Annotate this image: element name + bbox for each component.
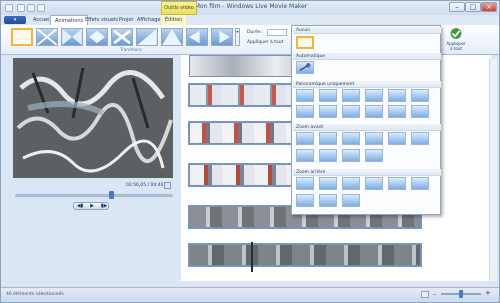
- apply-all-label: Appliquer à tout: [446, 41, 466, 51]
- zoom-out-option-8[interactable]: [319, 194, 337, 207]
- transition-arrow-right[interactable]: [211, 28, 233, 46]
- zoom-in-option-5[interactable]: [388, 132, 406, 145]
- graffiti-preview-image: [13, 58, 173, 178]
- maximize-button[interactable]: □: [465, 2, 481, 12]
- storyboard-scrollbar[interactable]: [489, 59, 497, 281]
- clip-strip-6[interactable]: [188, 243, 422, 267]
- zoom-in-option-6[interactable]: [411, 132, 429, 145]
- zoom-in-option-7[interactable]: [296, 149, 314, 162]
- storyboard-view-icon[interactable]: [421, 291, 429, 298]
- play-icon[interactable]: ▶: [86, 203, 98, 210]
- zoom-in-option-9[interactable]: [342, 149, 360, 162]
- transition-diagonal[interactable]: [36, 28, 58, 46]
- zoom-out-option-4[interactable]: [365, 177, 383, 190]
- transition-split[interactable]: [161, 28, 183, 46]
- duration-dropdown[interactable]: [267, 29, 287, 36]
- section-zoom-arriere: Zoom arrière: [293, 169, 441, 176]
- pan-option-6[interactable]: [411, 89, 429, 102]
- duration-label: Durée :: [247, 30, 264, 35]
- pan-option-3[interactable]: [342, 89, 360, 102]
- transition-arrow-left[interactable]: [186, 28, 208, 46]
- zoom-out-option-3[interactable]: [342, 177, 360, 190]
- zoom-in-icon[interactable]: +: [485, 290, 491, 297]
- file-menu-button[interactable]: ▾: [4, 16, 26, 24]
- zoom-out-option-5[interactable]: [388, 177, 406, 190]
- close-button[interactable]: ×: [481, 2, 497, 12]
- zoom-in-option-10[interactable]: [365, 149, 383, 162]
- zoom-in-option-8[interactable]: [319, 149, 337, 162]
- transitions-group-label: Transitions: [120, 47, 142, 52]
- zoom-out-option-1[interactable]: [296, 177, 314, 190]
- transition-x[interactable]: [111, 28, 133, 46]
- pan-option-10[interactable]: [365, 105, 383, 118]
- zoom-out-option-7[interactable]: [296, 194, 314, 207]
- previous-frame-icon[interactable]: ◀▮: [74, 203, 86, 210]
- pan-option-1[interactable]: [296, 89, 314, 102]
- panzoom-automatic-option[interactable]: [296, 61, 314, 74]
- undo-icon[interactable]: [27, 4, 35, 12]
- pan-option-11[interactable]: [388, 105, 406, 118]
- zoom-in-option-4[interactable]: [365, 132, 383, 145]
- pan-option-12[interactable]: [411, 105, 429, 118]
- playback-cursor[interactable]: [251, 242, 253, 272]
- gallery-scroll[interactable]: ▾: [235, 28, 240, 46]
- app-menu-icon[interactable]: [5, 4, 13, 12]
- playback-controls: ◀▮ ▶ ▮▶: [73, 202, 109, 210]
- zoom-slider-handle[interactable]: [459, 290, 463, 298]
- contextual-tab-header: Outils vidéo: [161, 1, 197, 15]
- apply-all-transitions-link[interactable]: Appliquer à tout: [247, 40, 283, 45]
- seek-bar[interactable]: [15, 194, 173, 197]
- minimize-button[interactable]: –: [449, 2, 465, 12]
- section-panoramique: Panoramique uniquement: [293, 81, 441, 88]
- tab-edition[interactable]: Édition: [161, 15, 187, 25]
- zoom-in-option-1[interactable]: [296, 132, 314, 145]
- pan-option-2[interactable]: [319, 89, 337, 102]
- zoom-out-icon[interactable]: –: [433, 291, 438, 298]
- video-preview: [13, 58, 173, 178]
- zoom-out-option-2[interactable]: [319, 177, 337, 190]
- transition-wipe-left[interactable]: [136, 28, 158, 46]
- section-automatique: Automatique: [293, 53, 441, 60]
- checkmark-icon: [450, 28, 462, 39]
- zoom-out-option-9[interactable]: [342, 194, 360, 207]
- transition-none[interactable]: [11, 28, 33, 46]
- section-aucun: Aucun: [293, 27, 441, 34]
- zoom-in-option-3[interactable]: [342, 132, 360, 145]
- pan-option-5[interactable]: [388, 89, 406, 102]
- transition-diamond[interactable]: [86, 28, 108, 46]
- tab-affichage[interactable]: Affichage: [133, 15, 165, 25]
- pan-option-8[interactable]: [319, 105, 337, 118]
- title-bar: Mon film - Windows Live Movie Maker Outi…: [1, 1, 499, 15]
- next-frame-icon[interactable]: ▮▶: [98, 203, 110, 210]
- fullscreen-icon[interactable]: [164, 182, 171, 189]
- save-icon[interactable]: [17, 4, 25, 12]
- seek-handle[interactable]: [109, 191, 114, 199]
- app-window: Mon film - Windows Live Movie Maker Outi…: [0, 0, 500, 303]
- pan-zoom-gallery: Aucun Automatique Panoramique uniquement…: [291, 25, 441, 215]
- zoom-in-option-2[interactable]: [319, 132, 337, 145]
- apply-all-panzoom-button[interactable]: Appliquer à tout: [445, 27, 467, 53]
- section-zoom-avant: Zoom avant: [293, 124, 441, 131]
- pan-option-9[interactable]: [342, 105, 360, 118]
- pan-option-4[interactable]: [365, 89, 383, 102]
- status-text: 40 éléments sélectionnés: [6, 292, 64, 297]
- pan-option-7[interactable]: [296, 105, 314, 118]
- transition-cross[interactable]: [61, 28, 83, 46]
- panzoom-none-option[interactable]: [296, 36, 314, 49]
- redo-icon[interactable]: [37, 4, 45, 12]
- ribbon-tabs: Accueil Animations Effets visuels Projet…: [1, 15, 499, 26]
- zoom-out-option-6[interactable]: [411, 177, 429, 190]
